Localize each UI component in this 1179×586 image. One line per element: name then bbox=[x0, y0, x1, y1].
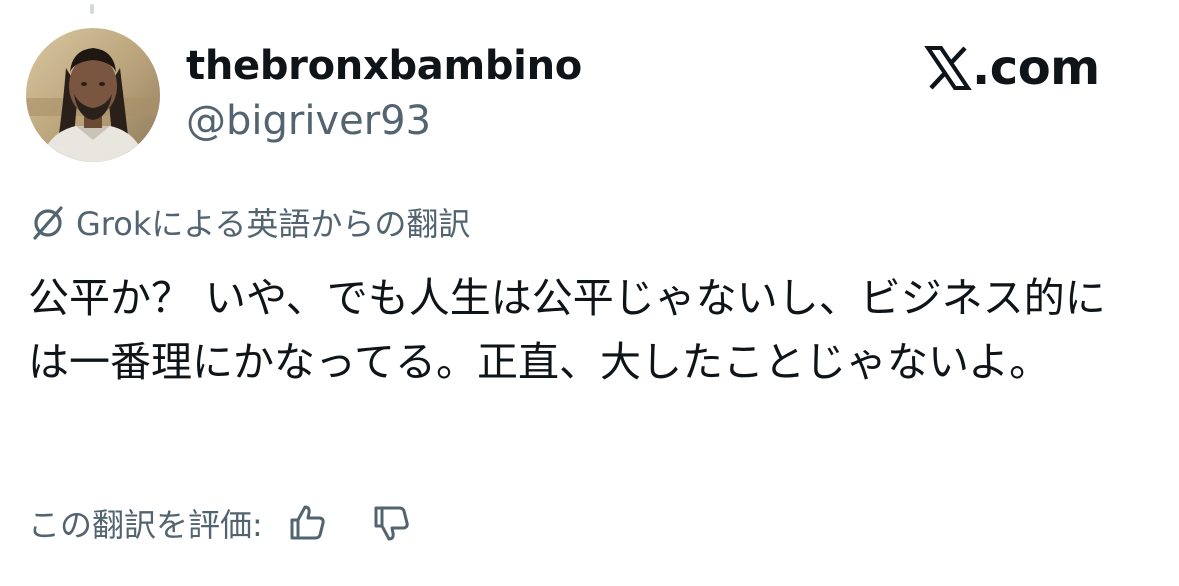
thumbs-up-icon bbox=[290, 505, 325, 540]
brand-logo: .com bbox=[924, 40, 1100, 96]
avatar-image bbox=[26, 28, 160, 162]
tweet-text: 公平か？ いや、でも人生は公平じゃないし、ビジネス的には一番理にかなってる。正直… bbox=[28, 274, 1106, 386]
brand-text: .com bbox=[972, 40, 1100, 96]
user-handle[interactable]: @bigriver93 bbox=[186, 96, 431, 146]
avatar[interactable] bbox=[26, 28, 160, 162]
translation-label: Grokによる英語からの翻訳 bbox=[76, 205, 471, 243]
top-divider-mark bbox=[90, 4, 94, 14]
x-logo-icon bbox=[924, 46, 972, 90]
thumbs-down-icon bbox=[374, 506, 409, 541]
translation-note: Grokによる英語からの翻訳 bbox=[28, 200, 470, 244]
grok-icon bbox=[33, 206, 63, 240]
rate-translation-bar: この翻訳を評価: bbox=[28, 500, 413, 546]
display-name[interactable]: thebronxbambino bbox=[186, 40, 582, 92]
thumbs-up-button[interactable] bbox=[285, 501, 329, 545]
rate-translation-label: この翻訳を評価: bbox=[28, 506, 263, 544]
thumbs-down-button[interactable] bbox=[369, 501, 413, 545]
